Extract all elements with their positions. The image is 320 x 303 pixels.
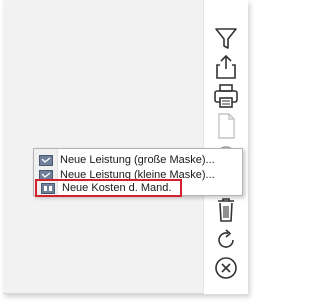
menu-item-label: Neue Kosten d. Mand. bbox=[62, 182, 172, 194]
app-window: Neue Leistung (große Maske)... Neue Leis… bbox=[3, 0, 248, 294]
document-icon bbox=[210, 112, 242, 140]
cost-icon bbox=[36, 180, 60, 196]
new-entry-menu: Neue Leistung (große Maske)... Neue Leis… bbox=[33, 148, 243, 197]
trash-icon[interactable] bbox=[210, 196, 242, 224]
menu-item-new-service-large[interactable]: Neue Leistung (große Maske)... bbox=[34, 152, 242, 168]
right-toolbar bbox=[203, 0, 248, 294]
share-icon[interactable] bbox=[210, 53, 242, 81]
print-icon[interactable] bbox=[210, 82, 242, 110]
menu-item-new-costs-client[interactable]: Neue Kosten d. Mand. bbox=[35, 179, 182, 197]
menu-item-label: Neue Leistung (große Maske)... bbox=[60, 154, 215, 166]
form-icon bbox=[34, 152, 58, 168]
close-icon[interactable] bbox=[210, 254, 242, 282]
refresh-icon[interactable] bbox=[210, 226, 242, 254]
filter-icon[interactable] bbox=[210, 24, 242, 52]
